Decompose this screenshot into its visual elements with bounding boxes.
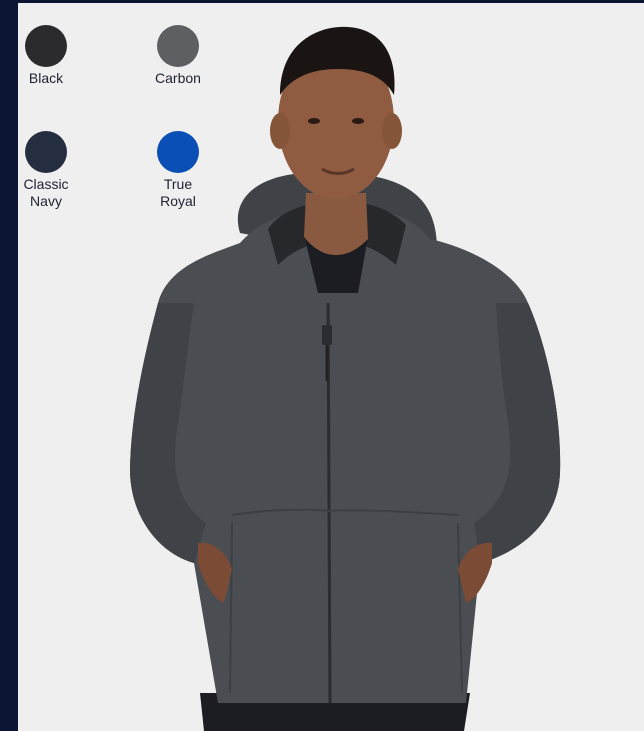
product-frame: Black Carbon Classic Navy True Royal — [0, 0, 644, 731]
swatch-carbon[interactable]: Carbon — [138, 25, 218, 87]
swatch-classic-navy[interactable]: Classic Navy — [18, 131, 86, 210]
color-dot-true-royal — [157, 131, 199, 173]
swatch-label: Black — [28, 70, 64, 86]
swatch-black[interactable]: Black — [18, 25, 86, 87]
swatch-true-royal[interactable]: True Royal — [138, 131, 218, 210]
swatch-label: Carbon — [155, 70, 201, 86]
model-wearing-jacket-image — [18, 3, 644, 731]
color-dot-carbon — [157, 25, 199, 67]
color-dot-classic-navy — [25, 131, 67, 173]
color-dot-black — [25, 25, 67, 67]
product-photo: Black Carbon Classic Navy True Royal — [18, 3, 644, 731]
swatch-label: Classic Navy — [23, 176, 69, 209]
swatch-label: True Royal — [160, 176, 196, 209]
